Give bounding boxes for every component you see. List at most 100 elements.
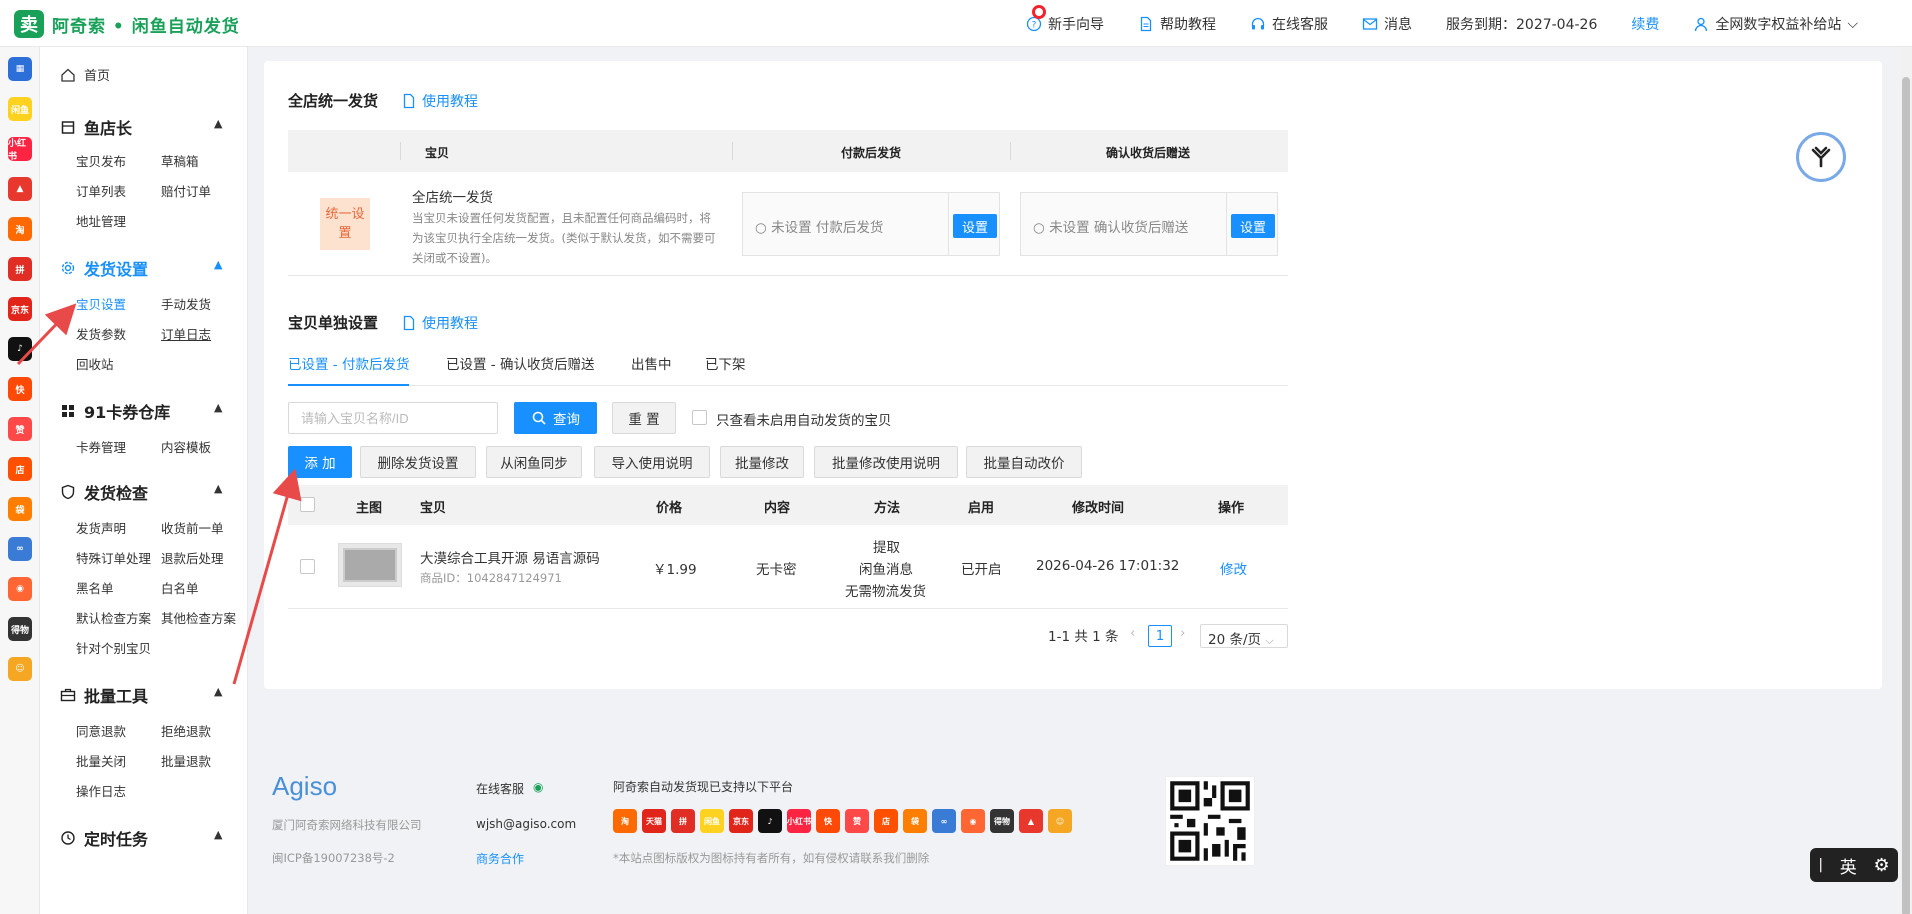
ime-indicator[interactable]: | 英 ⚙ <box>1810 848 1898 882</box>
platform-app-icon[interactable]: 拼 <box>8 257 32 281</box>
sidebar-item-manual-delivery[interactable]: 手动发货 <box>161 294 211 313</box>
sidebar-item-delivery-params[interactable]: 发货参数 <box>76 324 126 343</box>
platform-app-icon[interactable]: 赞 <box>8 417 32 441</box>
sidebar-item-address[interactable]: 地址管理 <box>76 211 126 230</box>
platform-app-icon[interactable]: ☺ <box>8 657 32 681</box>
batch-auto-price-button[interactable]: 批量自动改价 <box>966 446 1082 478</box>
sidebar-item-default-check[interactable]: 默认检查方案 <box>76 608 151 627</box>
sync-button[interactable]: 从闲鱼同步 <box>486 446 582 478</box>
sidebar-item-item-settings[interactable]: 宝贝设置 <box>76 294 126 313</box>
assistant-float-icon[interactable] <box>1796 132 1846 182</box>
add-button[interactable]: 添 加 <box>288 446 352 478</box>
individual-tutorial-link[interactable]: 使用教程 <box>401 313 478 333</box>
next-page-icon[interactable]: › <box>1180 625 1185 641</box>
platform-app-icon[interactable]: ◉ <box>8 577 32 601</box>
sidebar-item-content-template[interactable]: 内容模板 <box>161 437 211 456</box>
platform-app-icon[interactable]: ∞ <box>8 537 32 561</box>
sidebar-item-drafts[interactable]: 草稿箱 <box>161 151 199 170</box>
chevron-up-icon[interactable]: ▲ <box>214 401 222 414</box>
sidebar-item-before-receipt[interactable]: 收货前一单 <box>161 518 224 537</box>
sidebar-item-order-log[interactable]: 订单日志 <box>161 324 211 343</box>
sidebar-item-special-orders[interactable]: 特殊订单处理 <box>76 548 151 567</box>
chevron-up-icon[interactable]: ▲ <box>214 117 222 130</box>
after-pay-set-button[interactable]: 设置 <box>953 214 997 238</box>
item-name[interactable]: 大漠综合工具开源 易语言源码 <box>420 547 600 567</box>
sidebar-item-other-check[interactable]: 其他检查方案 <box>161 608 236 627</box>
sidebar-item-recycle-bin[interactable]: 回收站 <box>76 354 114 373</box>
sidebar-item-after-refund[interactable]: 退款后处理 <box>161 548 224 567</box>
account-menu[interactable]: 全网数字权益补给站 ⌵ <box>1693 14 1858 34</box>
sidebar-group-batch-tools[interactable]: 批量工具 <box>60 683 148 707</box>
platform-app-icon[interactable]: ♪ <box>8 337 32 361</box>
platform-app-icon[interactable]: 淘 <box>8 217 32 241</box>
business-link[interactable]: 商务合作 <box>476 850 524 867</box>
sidebar-group-coupon-warehouse[interactable]: 91卡券仓库 <box>60 399 170 423</box>
platform-app-icon[interactable]: ▲ <box>8 177 32 201</box>
sidebar-group-delivery-settings[interactable]: 发货设置 <box>60 256 148 280</box>
after-confirm-status[interactable]: ○ 未设置 确认收货后赠送 <box>1033 216 1188 236</box>
sidebar-item-batch-refund[interactable]: 批量退款 <box>161 751 211 770</box>
footer-email[interactable]: wjsh@agiso.com <box>476 817 576 831</box>
guide-link[interactable]: ? 新手向导 <box>1026 5 1104 34</box>
sidebar-item-specific-items[interactable]: 针对个别宝贝 <box>76 638 151 657</box>
query-button[interactable]: 查询 <box>514 402 597 434</box>
wechat-icon[interactable]: ◉ <box>533 780 543 794</box>
sidebar-item-whitelist[interactable]: 白名单 <box>161 578 199 597</box>
tab-on-sale[interactable]: 出售中 <box>631 353 672 386</box>
search-input[interactable] <box>288 402 498 434</box>
gear-icon[interactable]: ⚙ <box>1873 855 1889 876</box>
after-pay-status[interactable]: ○ 未设置 付款后发货 <box>755 216 883 236</box>
sidebar-group-scheduled-tasks[interactable]: 定时任务 <box>60 826 148 850</box>
platform-app-icon[interactable]: 闲鱼 <box>8 97 32 121</box>
sidebar-item-compensation[interactable]: 赔付订单 <box>161 181 211 200</box>
chevron-up-icon[interactable]: ▲ <box>214 258 222 271</box>
reset-button[interactable]: 重 置 <box>612 402 676 434</box>
batch-edit-button[interactable]: 批量修改 <box>720 446 804 478</box>
tab-after-confirm[interactable]: 已设置 - 确认收货后赠送 <box>446 353 594 386</box>
sidebar-group-fish-shop[interactable]: 鱼店长 <box>60 115 132 139</box>
item-thumbnail[interactable] <box>338 543 402 587</box>
messages-link[interactable]: 消息 <box>1362 14 1412 34</box>
after-confirm-set-button[interactable]: 设置 <box>1231 214 1275 238</box>
scrollbar[interactable] <box>1900 47 1912 914</box>
import-instructions-button[interactable]: 导入使用说明 <box>594 446 710 478</box>
row-checkbox[interactable] <box>300 559 315 574</box>
sidebar-item-blacklist[interactable]: 黑名单 <box>76 578 114 597</box>
platform-app-icon[interactable]: 京东 <box>8 297 32 321</box>
platform-app-icon[interactable]: 小红书 <box>8 137 32 162</box>
scrollbar-thumb[interactable] <box>1902 77 1910 914</box>
page-number-current[interactable]: 1 <box>1148 625 1172 647</box>
footer-icp[interactable]: 闽ICP备19007238号-2 <box>272 850 395 866</box>
batch-edit-instructions-button[interactable]: 批量修改使用说明 <box>814 446 958 478</box>
chevron-up-icon[interactable]: ▲ <box>214 482 222 495</box>
delete-settings-button[interactable]: 删除发货设置 <box>360 446 476 478</box>
platform-app-icon[interactable]: 快 <box>8 377 32 401</box>
page-size-select[interactable]: 20 条/页 ⌵ <box>1200 624 1288 648</box>
prev-page-icon[interactable]: ‹ <box>1130 625 1135 641</box>
unified-tutorial-link[interactable]: 使用教程 <box>401 91 478 111</box>
chevron-up-icon[interactable]: ▲ <box>214 828 222 841</box>
select-all-checkbox[interactable] <box>300 497 315 512</box>
platform-app-icon[interactable]: ▦ <box>8 57 32 81</box>
edit-link[interactable]: 修改 <box>1220 558 1247 578</box>
sidebar-item-home[interactable]: 首页 <box>60 65 110 84</box>
tab-after-pay[interactable]: 已设置 - 付款后发货 <box>288 353 410 386</box>
tab-off-shelf[interactable]: 已下架 <box>705 353 746 386</box>
platform-app-icon[interactable]: 店 <box>8 457 32 481</box>
sidebar-item-publish[interactable]: 宝贝发布 <box>76 151 126 170</box>
only-disabled-checkbox[interactable] <box>692 410 707 425</box>
sidebar-item-approve-refund[interactable]: 同意退款 <box>76 721 126 740</box>
footer-service[interactable]: 在线客服 <box>476 780 524 797</box>
sidebar-item-coupon-manage[interactable]: 卡券管理 <box>76 437 126 456</box>
sidebar-item-batch-close[interactable]: 批量关闭 <box>76 751 126 770</box>
platform-app-icon[interactable]: 袋 <box>8 497 32 521</box>
service-link[interactable]: 在线客服 <box>1250 14 1328 34</box>
sidebar-group-delivery-check[interactable]: 发货检查 <box>60 480 148 504</box>
brand-logo[interactable]: 卖 阿奇索 • 闲鱼自动发货 <box>14 10 240 38</box>
sidebar-item-operation-log[interactable]: 操作日志 <box>76 781 126 800</box>
help-link[interactable]: 帮助教程 <box>1138 14 1216 34</box>
sidebar-item-orders[interactable]: 订单列表 <box>76 181 126 200</box>
platform-app-icon[interactable]: 得物 <box>8 617 32 641</box>
sidebar-item-reject-refund[interactable]: 拒绝退款 <box>161 721 211 740</box>
sidebar-item-delivery-statement[interactable]: 发货声明 <box>76 518 126 537</box>
